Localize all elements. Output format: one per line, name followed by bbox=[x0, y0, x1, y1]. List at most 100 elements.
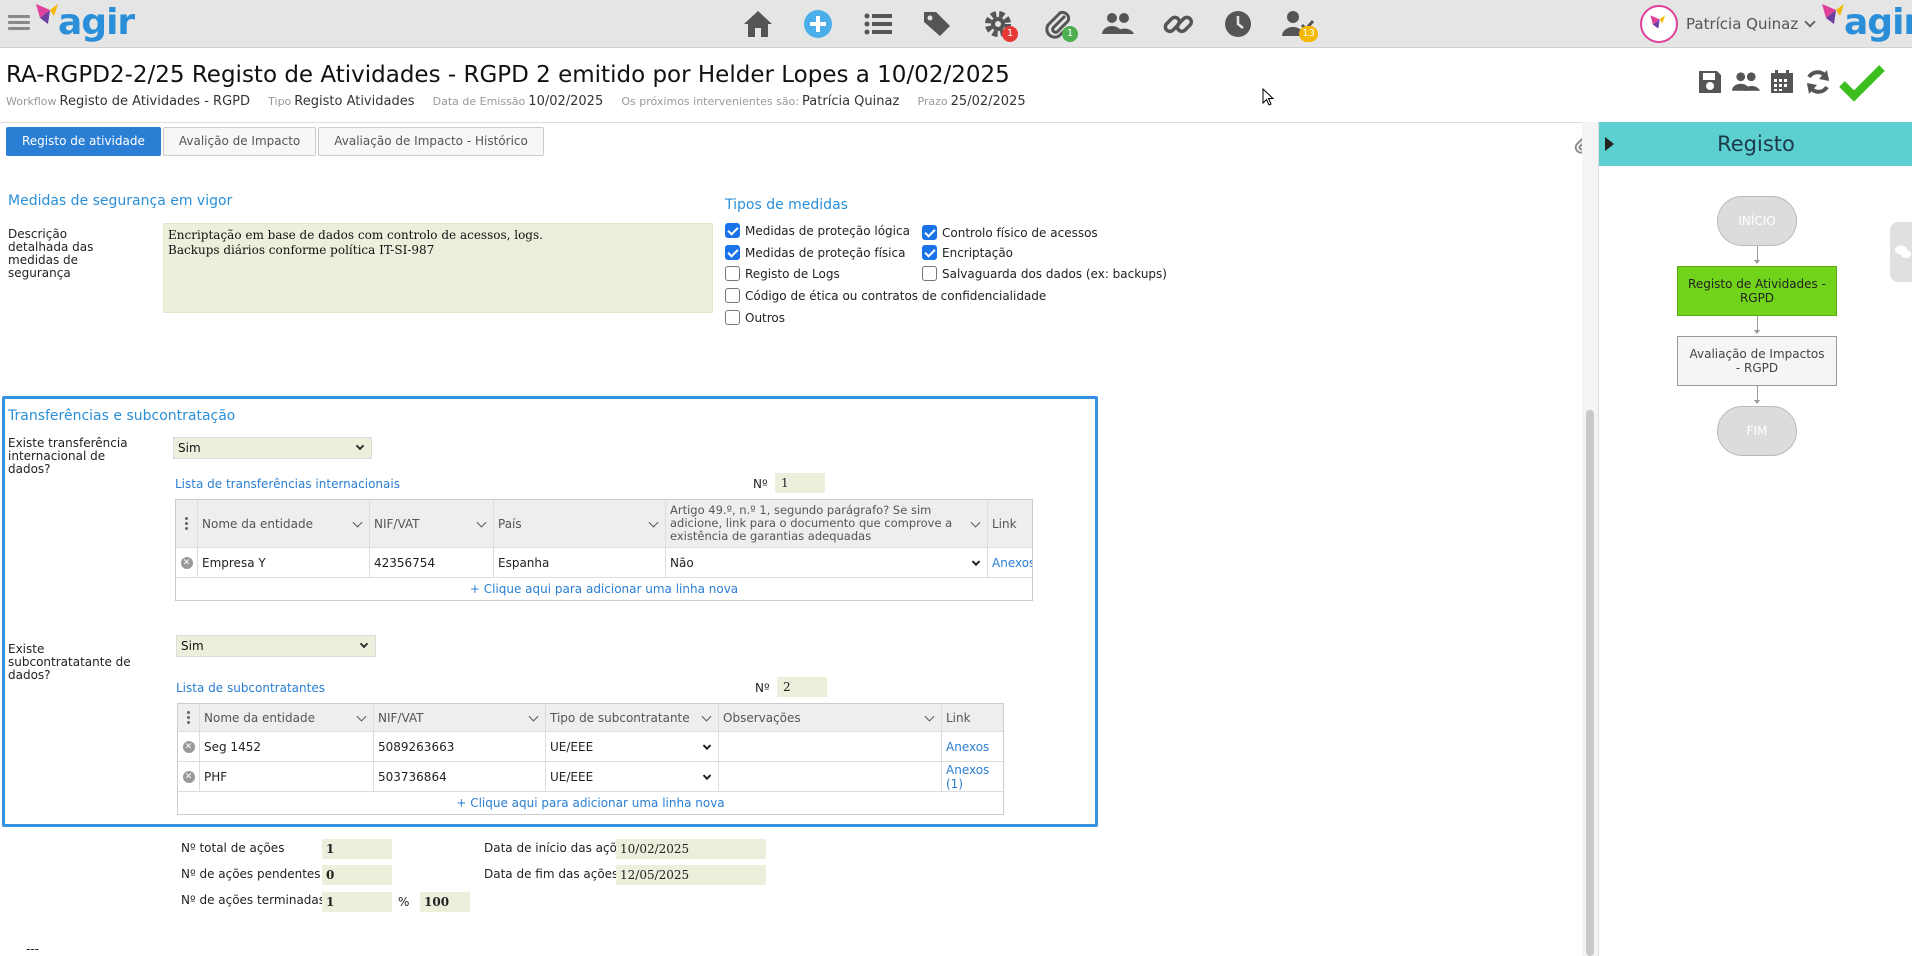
col-tipo-subcontratante[interactable]: Tipo de subcontratante bbox=[546, 704, 719, 731]
intl-count-field: 1 bbox=[775, 473, 825, 493]
anexos-link[interactable]: Anexos bbox=[946, 740, 989, 754]
cell-tipo-select[interactable]: UE/EEE bbox=[546, 732, 719, 761]
home-icon[interactable] bbox=[728, 6, 788, 42]
chevron-down-icon bbox=[355, 441, 365, 451]
chat-tab[interactable] bbox=[1890, 222, 1912, 282]
cell-link[interactable]: Anexos bbox=[942, 732, 1003, 761]
list-icon[interactable] bbox=[848, 6, 908, 42]
column-menu-icon[interactable] bbox=[178, 704, 200, 731]
checkbox-codigo-etica[interactable]: Código de ética ou contratos de confiden… bbox=[725, 288, 1046, 303]
checkbox-controlo-fisico[interactable]: Controlo físico de acessos bbox=[922, 225, 1098, 240]
clock-icon[interactable] bbox=[1208, 6, 1268, 42]
chevron-down-icon bbox=[702, 771, 712, 780]
cell-observacoes[interactable] bbox=[719, 732, 942, 761]
start-date-label: Data de início das ações bbox=[484, 841, 631, 855]
checkbox-protecao-logica[interactable]: Medidas de proteção lógica bbox=[725, 223, 910, 238]
cell-link[interactable]: Anexos (1) bbox=[942, 762, 1003, 791]
chevron-down-icon bbox=[476, 517, 487, 528]
mouse-cursor-icon bbox=[1262, 87, 1275, 109]
user-name: Patrícia Quinaz bbox=[1686, 15, 1799, 33]
add-row-button[interactable]: + Clique aqui para adicionar uma linha n… bbox=[178, 792, 1003, 814]
intl-transfer-select[interactable]: Sim bbox=[173, 437, 372, 459]
security-desc-label: Descrição detalhada das medidas de segur… bbox=[8, 227, 94, 280]
anexos-link[interactable]: Anexos bbox=[992, 556, 1032, 570]
cell-link[interactable]: Anexos bbox=[988, 548, 1032, 577]
workflow-panel-title: Registo bbox=[1717, 132, 1795, 156]
menu-icon[interactable] bbox=[8, 12, 30, 34]
cell-nif-vat[interactable]: 5089263663 bbox=[374, 732, 546, 761]
col-observacoes[interactable]: Observações bbox=[719, 704, 942, 731]
cell-nome-entidade[interactable]: Seg 1452 bbox=[200, 732, 374, 761]
col-nif-vat[interactable]: NIF/VAT bbox=[374, 704, 546, 731]
checkbox-encriptacao[interactable]: Encriptação bbox=[922, 245, 1013, 260]
col-nif-vat[interactable]: NIF/VAT bbox=[370, 500, 494, 547]
chevron-down-icon bbox=[356, 711, 367, 722]
column-menu-icon[interactable] bbox=[176, 500, 198, 547]
refresh-icon[interactable] bbox=[1800, 64, 1836, 100]
tags-icon[interactable] bbox=[908, 6, 968, 42]
users-icon[interactable] bbox=[1728, 64, 1764, 100]
gear-icon[interactable]: 1 bbox=[968, 6, 1028, 42]
user-menu[interactable]: Patrícia Quinaz bbox=[1640, 4, 1816, 44]
delete-row-icon[interactable]: ✕ bbox=[178, 762, 200, 791]
chevron-down-icon bbox=[359, 639, 369, 649]
chevron-down-icon bbox=[528, 711, 539, 722]
pending-actions-value: 0 bbox=[322, 865, 392, 885]
cell-observacoes[interactable] bbox=[719, 762, 942, 791]
sub-count-label: Nº bbox=[755, 681, 770, 695]
chevron-down-icon bbox=[970, 517, 981, 528]
add-icon[interactable] bbox=[788, 6, 848, 42]
chevron-down-icon bbox=[701, 711, 712, 722]
tab-registo-atividade[interactable]: Registo de atividade bbox=[6, 127, 161, 156]
anexos-link[interactable]: Anexos (1) bbox=[946, 763, 999, 791]
end-date-label: Data de fim das ações bbox=[484, 867, 619, 881]
workflow-step-start[interactable]: INÍCIO bbox=[1717, 196, 1797, 246]
confirm-check-icon[interactable] bbox=[1836, 64, 1888, 102]
checkbox-protecao-fisica[interactable]: Medidas de proteção física bbox=[725, 245, 905, 260]
tab-avaliacao-historico[interactable]: Avaliação de Impacto - Histórico bbox=[318, 127, 544, 156]
add-row-button[interactable]: + Clique aqui para adicionar uma linha n… bbox=[176, 578, 1032, 600]
col-nome-entidade[interactable]: Nome da entidade bbox=[200, 704, 374, 731]
col-nome-entidade[interactable]: Nome da entidade bbox=[198, 500, 370, 547]
total-actions-value: 1 bbox=[322, 839, 392, 859]
cell-nif-vat[interactable]: 503736864 bbox=[374, 762, 546, 791]
delete-row-icon[interactable]: ✕ bbox=[176, 548, 198, 577]
link-icon[interactable] bbox=[1148, 6, 1208, 42]
percent-value: 100 bbox=[420, 892, 470, 912]
brand-logo: agir bbox=[1820, 2, 1912, 44]
scrollbar-thumb[interactable] bbox=[1586, 410, 1594, 956]
paperclip-icon[interactable]: 1 bbox=[1028, 6, 1088, 42]
cell-nome-entidade[interactable]: PHF bbox=[200, 762, 374, 791]
workflow-step-end[interactable]: FIM bbox=[1717, 406, 1797, 456]
cell-artigo-49-select[interactable]: Não bbox=[666, 548, 988, 577]
done-actions-value: 1 bbox=[322, 892, 392, 912]
gear-badge: 1 bbox=[1002, 26, 1018, 42]
calendar-icon[interactable] bbox=[1764, 64, 1800, 100]
col-link: Link bbox=[992, 516, 1017, 531]
chevron-down-icon bbox=[924, 711, 935, 722]
cell-nome-entidade[interactable]: Empresa Y bbox=[198, 548, 370, 577]
tab-avaliacao-impacto[interactable]: Avalição de Impacto bbox=[162, 127, 317, 156]
workflow-step-avaliacao[interactable]: Avaliação de Impactos - RGPD bbox=[1677, 336, 1837, 386]
intl-transfer-label: Existe transferência internacional de da… bbox=[8, 436, 128, 476]
delete-row-icon[interactable]: ✕ bbox=[178, 732, 200, 761]
users-icon[interactable] bbox=[1088, 6, 1148, 42]
checkbox-registo-logs[interactable]: Registo de Logs bbox=[725, 266, 840, 281]
checkbox-salvaguarda-dados[interactable]: Salvaguarda dos dados (ex: backups) bbox=[922, 266, 1167, 281]
sub-count-field: 2 bbox=[777, 677, 827, 697]
total-actions-label: Nº total de ações bbox=[181, 841, 285, 855]
cell-nif-vat[interactable]: 42356754 bbox=[370, 548, 494, 577]
workflow-step-registo[interactable]: Registo de Atividades - RGPD bbox=[1677, 266, 1837, 316]
app-logo[interactable]: agir bbox=[34, 2, 135, 44]
security-desc-textarea[interactable]: Encriptação em base de dados com control… bbox=[163, 223, 713, 313]
cell-tipo-select[interactable]: UE/EEE bbox=[546, 762, 719, 791]
col-artigo-49[interactable]: Artigo 49.º, n.º 1, segundo parágrafo? S… bbox=[666, 500, 988, 547]
footer-separator: --- bbox=[26, 942, 39, 956]
table-header-row: Nome da entidade NIF/VAT País Artigo 49.… bbox=[176, 500, 1032, 548]
col-pais[interactable]: País bbox=[494, 500, 666, 547]
save-icon[interactable] bbox=[1692, 64, 1728, 100]
checkbox-outros[interactable]: Outros bbox=[725, 310, 785, 325]
cell-pais[interactable]: Espanha bbox=[494, 548, 666, 577]
user-check-icon[interactable]: 13 bbox=[1268, 6, 1328, 42]
subcontractor-select[interactable]: Sim bbox=[176, 635, 376, 657]
